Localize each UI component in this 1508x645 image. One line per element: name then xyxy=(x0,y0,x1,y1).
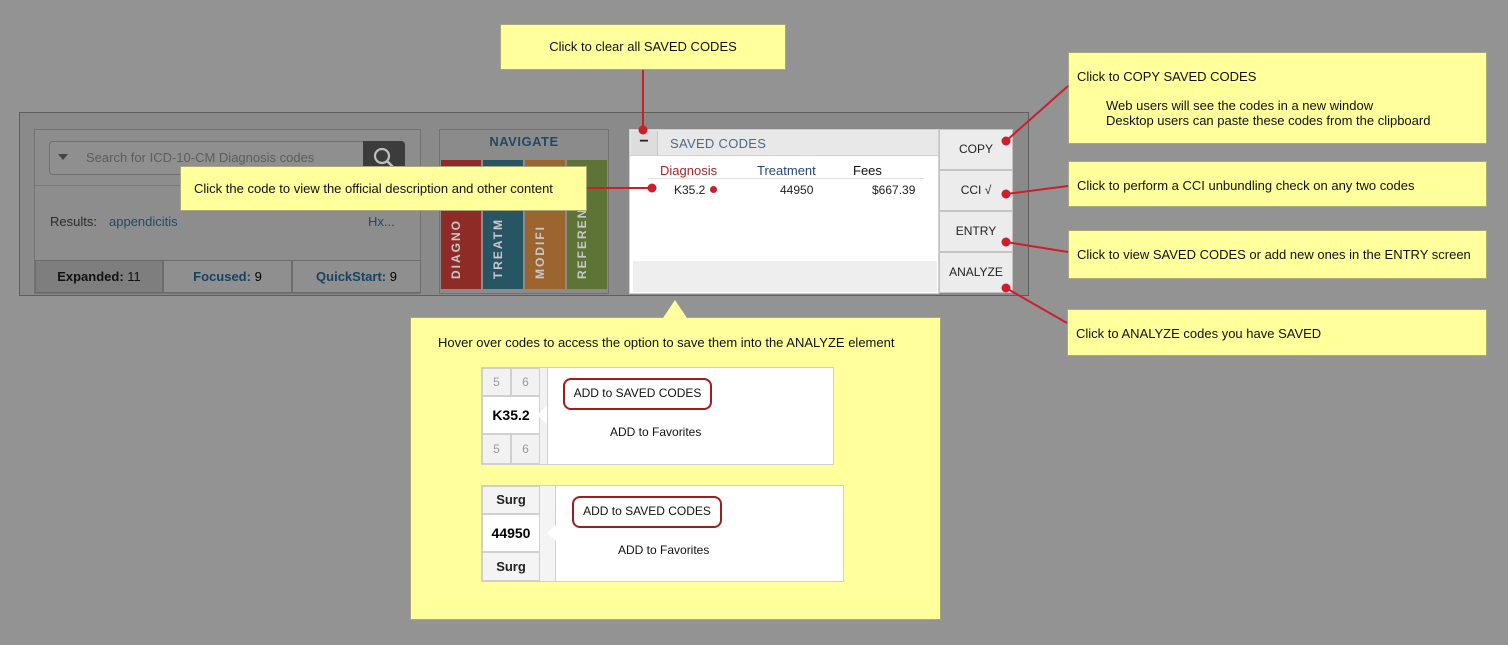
add-to-favorites-link[interactable]: ADD to Favorites xyxy=(618,543,709,557)
nav-label: TREATM xyxy=(491,217,505,279)
tab-expanded[interactable]: Expanded: 11 xyxy=(35,260,163,293)
saved-codes-footer xyxy=(633,261,937,292)
cci-button[interactable]: CCI √ xyxy=(939,170,1013,211)
results-term-link[interactable]: appendicitis xyxy=(109,214,178,229)
hover-note-pointer xyxy=(663,300,687,318)
add-to-favorites-link[interactable]: ADD to Favorites xyxy=(610,425,701,439)
note-copy: Click to COPY SAVED CODES Web users will… xyxy=(1068,52,1487,144)
history-link[interactable]: Hx... xyxy=(368,214,395,229)
tab-label: QuickStart: xyxy=(316,269,387,284)
remove-dot-icon[interactable] xyxy=(710,186,717,193)
note-copy-line2: Desktop users can paste these codes from… xyxy=(1106,113,1431,128)
entry-button[interactable]: ENTRY xyxy=(939,211,1013,252)
note-cci: Click to perform a CCI unbundling check … xyxy=(1068,161,1487,207)
nav-label: DIAGNO xyxy=(449,219,463,279)
popup-pointer xyxy=(547,524,557,542)
saved-diagnosis-code[interactable]: K35.2 xyxy=(674,183,705,197)
col-header-diagnosis: Diagnosis xyxy=(660,163,718,178)
note-entry: Click to view SAVED CODES or add new one… xyxy=(1068,230,1487,279)
dropdown-caret-icon[interactable] xyxy=(58,154,68,160)
tab-focused[interactable]: Focused: 9 xyxy=(163,260,292,293)
cell: 5 xyxy=(482,368,511,396)
cell: 5 xyxy=(482,434,511,464)
saved-treatment-code[interactable]: 44950 xyxy=(780,183,813,197)
saved-codes-title: SAVED CODES xyxy=(670,136,767,151)
header-rule xyxy=(648,178,924,179)
note-analyze: Click to ANALYZE codes you have SAVED xyxy=(1067,309,1487,356)
add-to-saved-codes-button[interactable]: ADD to SAVED CODES xyxy=(563,378,712,410)
code-cell-k352[interactable]: K35.2 xyxy=(482,396,540,434)
tab-count: 11 xyxy=(127,269,141,284)
note-copy-line1: Web users will see the codes in a new wi… xyxy=(1106,98,1374,113)
tab-count: 9 xyxy=(254,269,262,284)
col-header-fees: Fees xyxy=(853,163,882,178)
col-header-treatment: Treatment xyxy=(757,163,816,178)
code-cell-44950[interactable]: 44950 xyxy=(482,514,540,552)
results-label: Results: xyxy=(50,214,97,229)
cell: 6 xyxy=(511,368,540,396)
surg-cell: Surg xyxy=(482,486,540,514)
search-placeholder: Search for ICD-10-CM Diagnosis codes xyxy=(86,150,315,165)
note-clear: Click to clear all SAVED CODES xyxy=(500,24,786,70)
add-to-saved-codes-button[interactable]: ADD to SAVED CODES xyxy=(572,496,722,528)
surg-cell: Surg xyxy=(482,552,540,581)
note-copy-title: Click to COPY SAVED CODES xyxy=(1077,69,1257,84)
note-hover-text: Hover over codes to access the option to… xyxy=(438,335,895,350)
tab-label: Focused: xyxy=(193,269,251,284)
saved-fee: $667.39 xyxy=(872,183,916,197)
nav-label: MODIFI xyxy=(533,225,547,279)
copy-button[interactable]: COPY xyxy=(939,129,1013,170)
tab-label: Expanded: xyxy=(57,269,124,284)
analyze-button[interactable]: ANALYZE xyxy=(939,252,1013,293)
tab-count: 9 xyxy=(389,269,397,284)
navigate-title: NAVIGATE xyxy=(489,134,559,149)
tab-quickstart[interactable]: QuickStart: 9 xyxy=(292,260,421,293)
note-code: Click the code to view the official desc… xyxy=(180,166,587,211)
popup-pointer xyxy=(537,406,547,424)
clear-saved-button[interactable]: − xyxy=(631,131,658,155)
cell: 6 xyxy=(511,434,540,464)
